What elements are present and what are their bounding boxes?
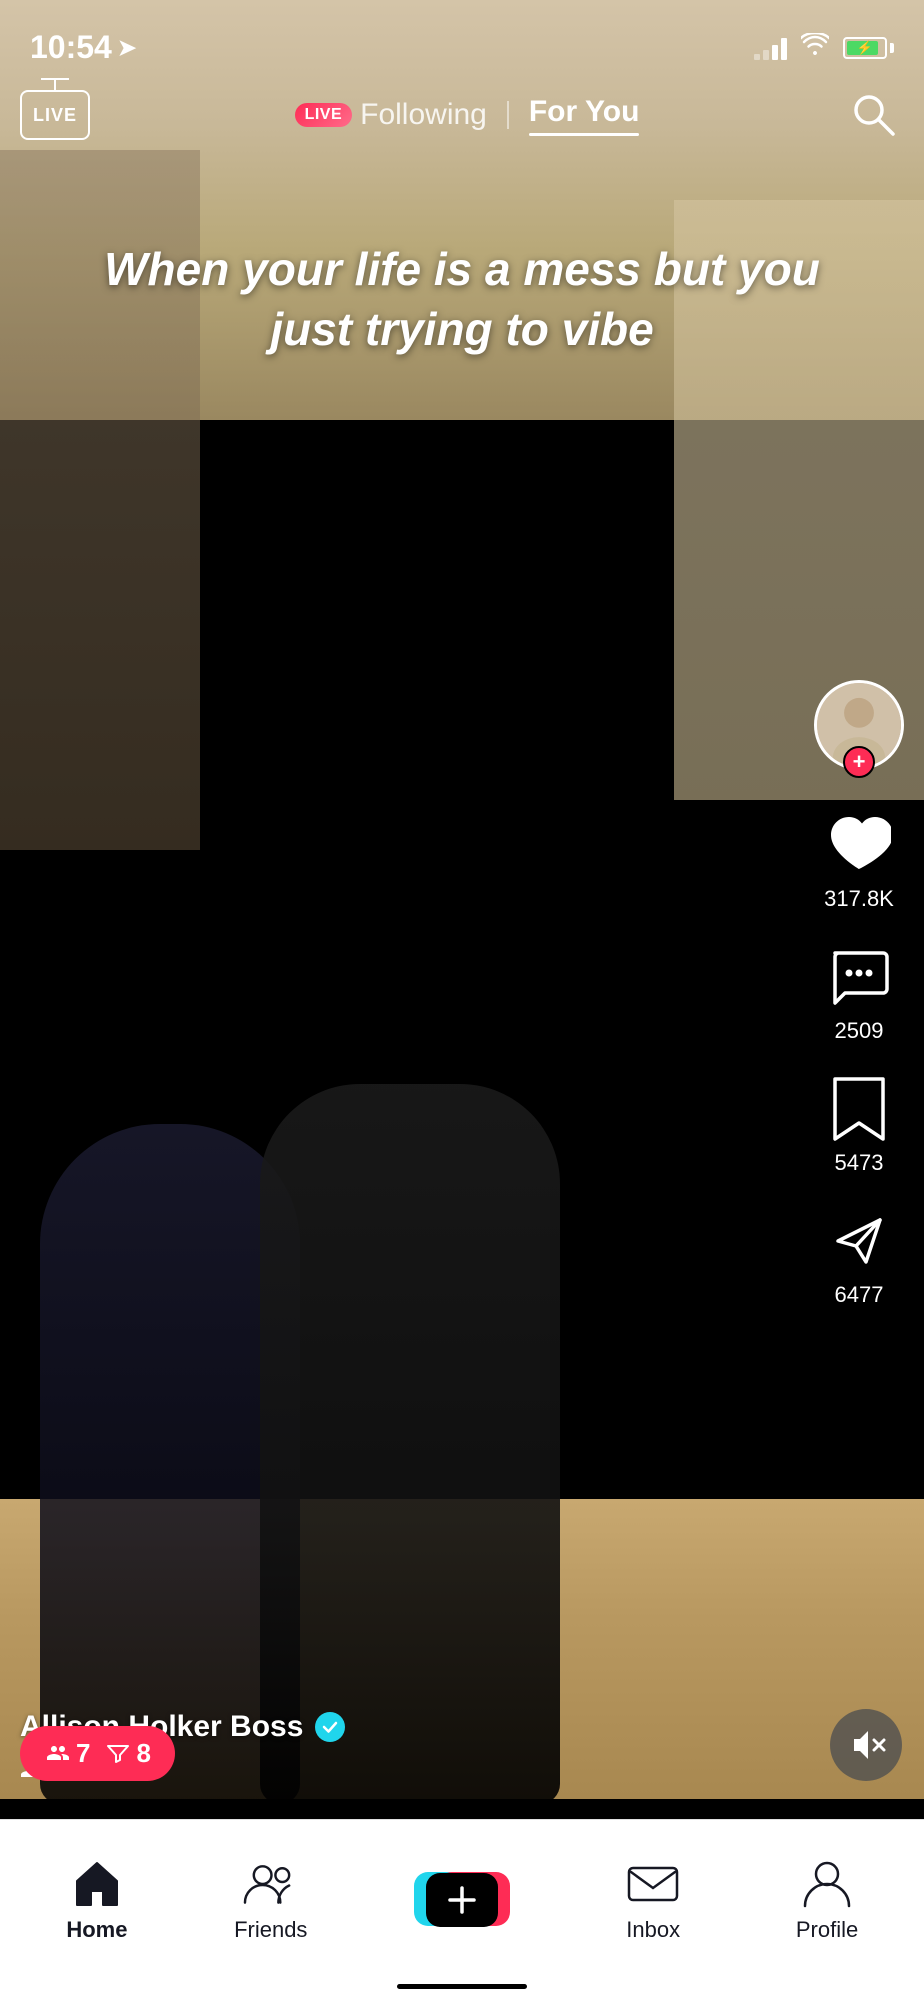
home-label: Home xyxy=(66,1917,127,1943)
add-button-container xyxy=(414,1870,510,1930)
wifi-icon xyxy=(801,33,829,62)
inbox-icon-wrap xyxy=(626,1856,681,1911)
nav-item-inbox[interactable]: Inbox xyxy=(566,1856,740,1943)
like-icon-wrap xyxy=(824,810,894,880)
viewer-number: 7 xyxy=(76,1738,90,1769)
right-actions-panel: + 317.8K 2509 5473 xyxy=(814,680,904,1308)
share-icon-wrap xyxy=(824,1206,894,1276)
top-navigation: LIVE LIVE Following For You xyxy=(0,60,924,170)
video-caption: When your life is a mess but you just tr… xyxy=(0,240,924,360)
bookmark-icon xyxy=(831,1075,887,1143)
inbox-label: Inbox xyxy=(626,1917,680,1943)
following-label: Following xyxy=(360,98,487,132)
friends-label: Friends xyxy=(234,1917,307,1943)
comment-count: 2509 xyxy=(835,1018,884,1044)
home-icon-wrap xyxy=(69,1856,124,1911)
for-you-label: For You xyxy=(529,95,640,129)
share-button[interactable]: 6477 xyxy=(824,1206,894,1308)
add-button-main xyxy=(426,1873,498,1927)
person-right-silhouette xyxy=(260,1084,560,1804)
for-you-underline xyxy=(529,133,640,136)
nav-item-home[interactable]: Home xyxy=(10,1856,184,1943)
live-badge: LIVE xyxy=(295,103,353,127)
plus-icon xyxy=(446,1884,478,1916)
profile-label: Profile xyxy=(796,1917,858,1943)
signal-icon xyxy=(754,36,787,60)
like-count: 317.8K xyxy=(824,886,894,912)
profile-icon xyxy=(803,1858,851,1910)
signal-bar-4 xyxy=(781,38,787,60)
status-icons: ⚡ xyxy=(754,33,894,62)
signal-bar-3 xyxy=(772,45,778,60)
for-you-nav-item[interactable]: For You xyxy=(529,95,640,136)
comment-button[interactable]: 2509 xyxy=(824,942,894,1044)
friends-icon xyxy=(243,1859,298,1909)
creator-avatar[interactable]: + xyxy=(814,680,904,780)
home-indicator xyxy=(397,1984,527,1989)
like-button[interactable]: 317.8K xyxy=(824,810,894,912)
verified-badge xyxy=(315,1712,345,1742)
checkmark-icon xyxy=(322,1720,338,1734)
home-icon xyxy=(71,1859,123,1909)
follower-count: 7 xyxy=(44,1738,90,1769)
share-icon xyxy=(828,1210,890,1272)
inbox-icon xyxy=(627,1858,679,1910)
live-tv-button[interactable]: LIVE xyxy=(20,90,90,140)
filter-count: 8 xyxy=(106,1738,150,1769)
filter-icon xyxy=(106,1742,130,1766)
share-count: 6477 xyxy=(835,1282,884,1308)
following-nav-item[interactable]: LIVE Following xyxy=(295,98,487,132)
friends-icon-wrap xyxy=(243,1856,298,1911)
followers-icon xyxy=(44,1742,70,1766)
caption-text: When your life is a mess but you just tr… xyxy=(60,240,864,360)
nav-item-friends[interactable]: Friends xyxy=(184,1856,358,1943)
signal-bar-1 xyxy=(754,54,760,60)
live-tv-label: LIVE xyxy=(33,105,77,126)
nav-divider xyxy=(507,101,509,129)
bottom-navigation: Home Friends xyxy=(0,1819,924,1999)
bookmark-count: 5473 xyxy=(835,1150,884,1176)
battery-tip xyxy=(890,43,894,53)
nav-item-profile[interactable]: Profile xyxy=(740,1856,914,1943)
profile-icon-wrap xyxy=(800,1856,855,1911)
bookmark-icon-wrap xyxy=(824,1074,894,1144)
viewer-count-pill[interactable]: 7 8 xyxy=(20,1726,175,1781)
location-arrow-icon: ➤ xyxy=(118,35,136,61)
plus-label: + xyxy=(853,749,866,775)
search-button[interactable] xyxy=(844,85,904,145)
signal-bar-2 xyxy=(763,50,769,60)
nav-item-add[interactable] xyxy=(358,1870,567,1930)
search-icon xyxy=(849,90,899,140)
battery-bolt-icon: ⚡ xyxy=(857,40,873,56)
comment-icon-wrap xyxy=(824,942,894,1012)
bookmark-button[interactable]: 5473 xyxy=(824,1074,894,1176)
comment-icon xyxy=(827,945,891,1009)
nav-center: LIVE Following For You xyxy=(90,95,844,136)
follow-plus-button[interactable]: + xyxy=(843,746,875,778)
filter-number: 8 xyxy=(136,1738,150,1769)
heart-icon xyxy=(827,815,891,875)
battery-icon: ⚡ xyxy=(843,37,894,59)
